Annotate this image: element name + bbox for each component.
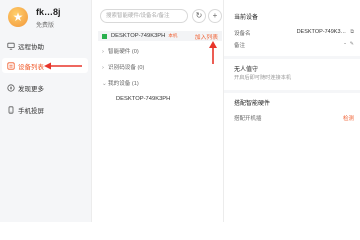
discover-icon xyxy=(6,83,15,92)
detect-link[interactable]: 检测 xyxy=(343,114,354,122)
sidebar: ★ fk…8j 免费版 远程协助 设备列表 发现更多 手机投屏 xyxy=(0,0,92,222)
user-level: 免费版 xyxy=(36,23,55,29)
add-button[interactable]: + xyxy=(208,9,222,23)
sidebar-item-remote-assist[interactable]: 远程协助 xyxy=(2,38,88,53)
online-status-icon xyxy=(102,33,107,39)
unattended-desc: 开启后即可随时连接本机 xyxy=(234,75,292,81)
group-smart-hardware[interactable]: › 智能硬件 (0) xyxy=(102,47,139,55)
sidebar-item-phone-cast[interactable]: 手机投屏 xyxy=(2,102,88,117)
refresh-icon: ↻ xyxy=(195,11,203,20)
avatar[interactable]: ★ xyxy=(8,7,28,27)
current-device-row[interactable]: DESKTOP-749K3PH 本机 加入列表 xyxy=(98,31,222,41)
smart-hardware-label: 搭配开机插 xyxy=(234,116,262,122)
add-to-list-link[interactable]: 加入列表 xyxy=(195,32,218,41)
sidebar-item-label: 设备列表 xyxy=(18,63,44,71)
group-my-devices[interactable]: ⌄我的设备 (1) xyxy=(102,79,139,87)
sidebar-item-label: 手机投屏 xyxy=(18,107,44,115)
sidebar-item-label: 发现更多 xyxy=(18,85,44,93)
refresh-button[interactable]: ↻ xyxy=(192,9,206,23)
device-name-label: 设备名 xyxy=(234,31,251,37)
monitor-icon xyxy=(6,41,15,50)
group-label: 识别码设备 (0) xyxy=(108,65,145,71)
red-arrow-annotation xyxy=(209,41,217,64)
user-name: fk…8j xyxy=(36,7,61,17)
red-arrow-annotation xyxy=(44,62,82,70)
divider xyxy=(224,90,360,93)
device-list-icon xyxy=(6,61,15,70)
unattended-title: 无人值守 xyxy=(234,67,259,73)
group-label: 智能硬件 (0) xyxy=(108,49,139,55)
list-item[interactable]: DESKTOP-749K3PH xyxy=(116,96,170,102)
group-id-devices[interactable]: › 识别码设备 (0) xyxy=(102,63,144,71)
plus-icon: + xyxy=(212,11,218,20)
group-label: 我的设备 (1) xyxy=(108,81,139,87)
divider xyxy=(224,56,360,59)
sidebar-item-label: 远程协助 xyxy=(18,43,44,51)
smart-hardware-title: 搭配智能硬件 xyxy=(234,101,271,107)
edit-icon[interactable]: ✎ xyxy=(350,41,354,47)
device-name-value: DESKTOP-749K3… xyxy=(296,29,346,35)
note-label: 备注 xyxy=(234,43,246,49)
device-details-panel: 当前设备 设备名 DESKTOP-749K3… ⧉ 备注 - ✎ 无人值守 开启… xyxy=(224,0,360,222)
search-input[interactable]: 搜索智能硬件/设备名/备注 xyxy=(100,9,188,23)
star-icon: ★ xyxy=(12,10,24,24)
copy-icon[interactable]: ⧉ xyxy=(350,29,354,35)
device-list-panel: 搜索智能硬件/设备名/备注 ↻ + DESKTOP-749K3PH 本机 加入列… xyxy=(92,0,224,222)
sidebar-item-discover[interactable]: 发现更多 xyxy=(2,80,88,95)
profile-card[interactable]: ★ fk…8j 免费版 xyxy=(4,4,88,30)
local-tag: 本机 xyxy=(168,33,178,38)
phone-icon xyxy=(6,105,15,114)
current-device-title: 当前设备 xyxy=(234,15,259,21)
note-value: - xyxy=(344,41,346,47)
device-name: DESKTOP-749K3PH xyxy=(111,33,166,39)
